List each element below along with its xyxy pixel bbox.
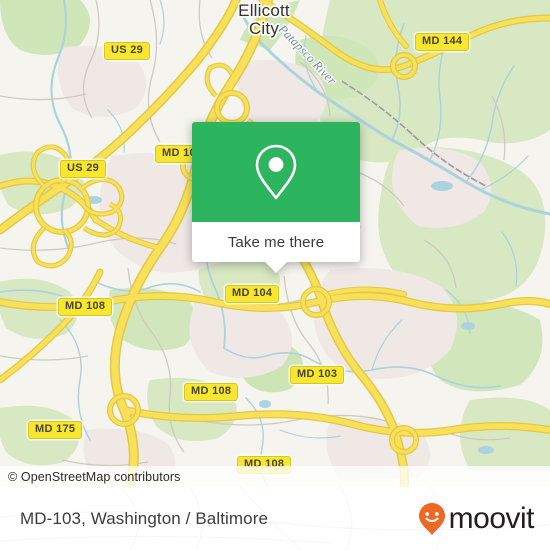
place-label-line2: City bbox=[248, 19, 280, 38]
highway-shield-md-108-center[interactable]: MD 108 bbox=[184, 383, 239, 401]
popup-action-area[interactable]: Take me there bbox=[192, 222, 360, 273]
place-label-ellicott-city: Ellicott City bbox=[224, 2, 304, 38]
highway-shield-md-108-west[interactable]: MD 108 bbox=[58, 298, 113, 316]
highway-shield-md-103[interactable]: MD 103 bbox=[290, 366, 345, 384]
highway-shield-md-104[interactable]: MD 104 bbox=[225, 285, 280, 303]
map-screenshot: Patapsco River Ellicott City US 29 MD 14… bbox=[0, 0, 550, 550]
map-attribution-bar: © OpenStreetMap contributors bbox=[0, 466, 550, 487]
moovit-brand[interactable]: moovit bbox=[417, 501, 535, 536]
attribution-text[interactable]: © OpenStreetMap contributors bbox=[0, 470, 181, 484]
popup-icon-area bbox=[192, 122, 360, 222]
place-label-line1: Ellicott bbox=[238, 1, 290, 20]
highway-shield-us-29-north[interactable]: US 29 bbox=[104, 42, 151, 60]
page-title: MD-103, Washington / Baltimore bbox=[20, 508, 269, 528]
footer-bar: MD-103, Washington / Baltimore moovit bbox=[0, 487, 550, 550]
moovit-pin-logo-icon bbox=[418, 502, 445, 535]
popup-pointer-tail bbox=[264, 261, 288, 273]
highway-shield-md-175[interactable]: MD 175 bbox=[28, 421, 83, 439]
map-popup-card[interactable]: Take me there bbox=[192, 122, 360, 273]
highway-shield-us-29-south[interactable]: US 29 bbox=[60, 160, 107, 178]
take-me-there-label: Take me there bbox=[227, 233, 325, 251]
highway-shield-md-144[interactable]: MD 144 bbox=[415, 33, 470, 51]
moovit-wordmark: moovit bbox=[448, 501, 535, 535]
map-canvas[interactable]: Patapsco River Ellicott City US 29 MD 14… bbox=[0, 0, 550, 487]
location-pin-icon bbox=[255, 144, 297, 200]
